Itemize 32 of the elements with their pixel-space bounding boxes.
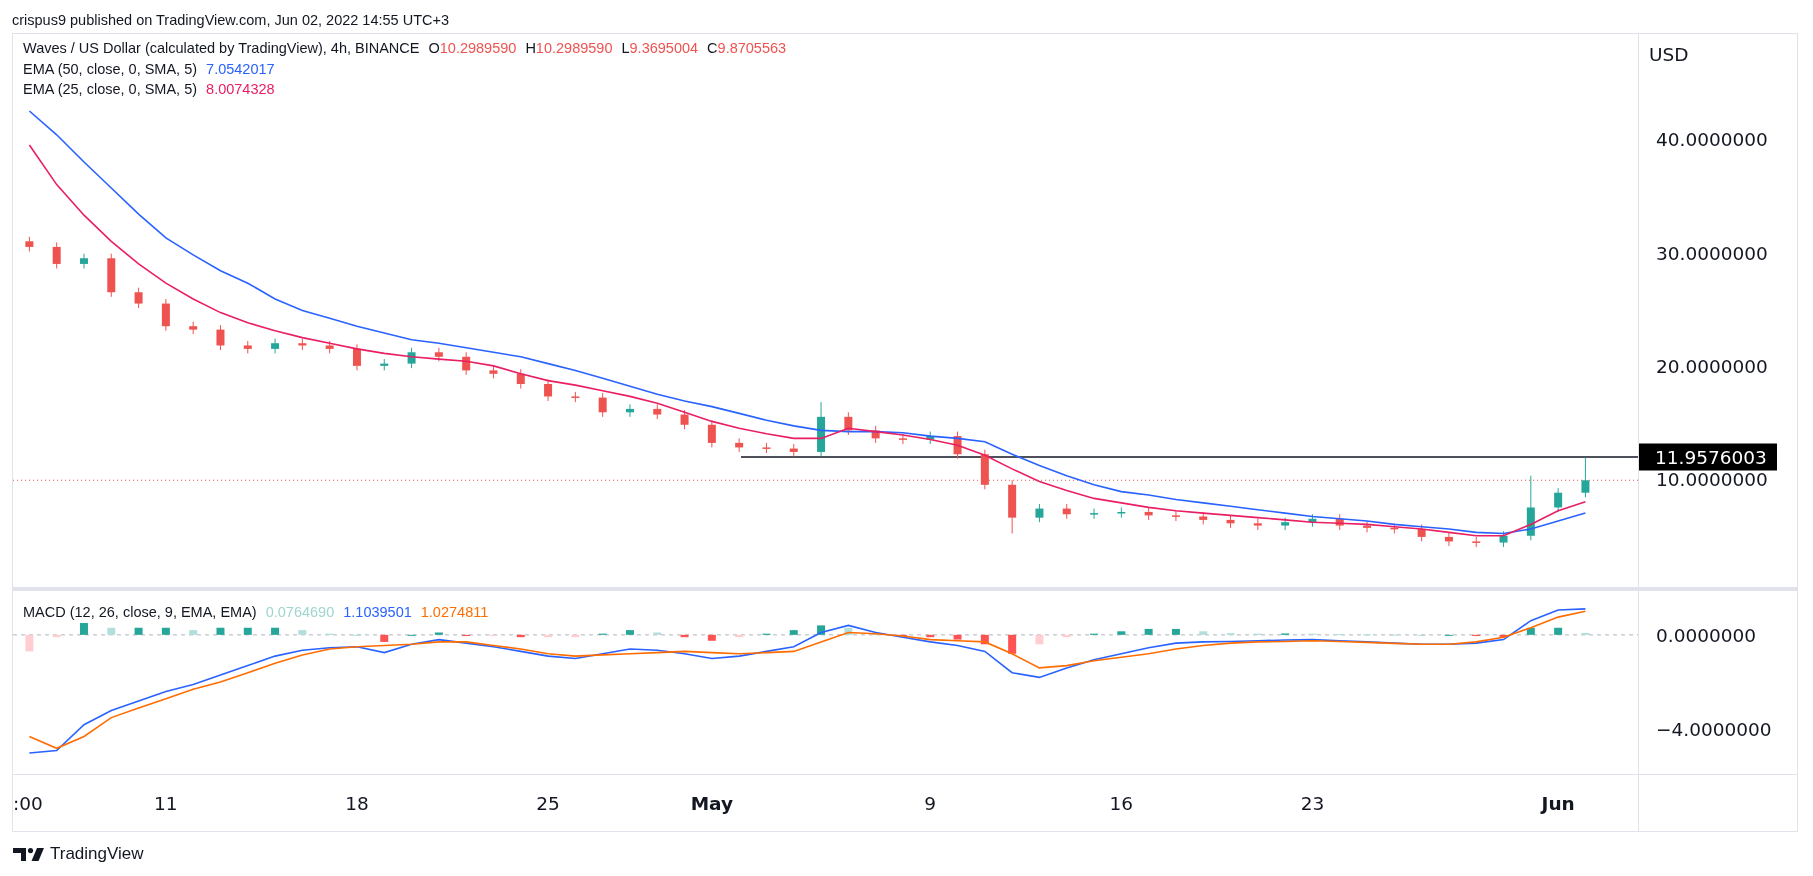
price-axis-label: 20.0000000: [1656, 355, 1768, 377]
time-axis-label: 11: [154, 792, 178, 814]
time-axis-label: 16: [1109, 792, 1134, 814]
indicator-name: EMA (25, close, 0, SMA, 5): [23, 80, 198, 99]
ohlc-reading: O10.2989590: [428, 39, 517, 58]
indicator-value: 7.0542017: [206, 59, 275, 79]
ohlc-reading: C9.8705563: [707, 39, 787, 58]
brand-name: TradingView: [50, 844, 144, 864]
symbol-title: Waves / US Dollar (calculated by TradingView), 4h, BINANCE: [23, 39, 420, 58]
price-axis-label: 40.0000000: [1656, 128, 1768, 150]
indicator-name: MACD (12, 26, close, 9, EMA, EMA): [23, 603, 257, 622]
macd-axis-label: −4.0000000: [1656, 718, 1772, 740]
publisher-caption: crispus9 published on TradingView.com, Jun 02, 2022 14:55 UTC+3: [12, 11, 450, 28]
indicator-value: 8.0074328: [206, 80, 275, 99]
price-axis-label: 10.0000000: [1656, 468, 1768, 490]
indicator-value: 1.1039501: [343, 603, 412, 622]
currency-label: USD: [1649, 44, 1689, 65]
macd-axis-label: 0.0000000: [1656, 624, 1757, 646]
time-axis-label: 18: [345, 792, 369, 814]
indicator-name: EMA (50, close, 0, SMA, 5): [23, 59, 198, 79]
time-axis-label: May: [690, 792, 734, 814]
time-axis-label: :00: [13, 792, 43, 814]
time-axis-label: Jun: [1541, 792, 1575, 814]
time-axis-label: 9: [924, 792, 937, 814]
time-axis-label: 23: [1300, 792, 1325, 814]
indicator-value: 0.0764690: [265, 603, 335, 622]
price-axis-label: 30.0000000: [1656, 242, 1768, 264]
ohlc-reading: L9.3695004: [621, 39, 699, 58]
time-axis-label: 25: [536, 792, 560, 814]
price-tag: 11.9576003: [1639, 443, 1777, 471]
ohlc-reading: H10.2989590: [525, 39, 613, 58]
indicator-value: 1.0274811: [420, 603, 489, 622]
